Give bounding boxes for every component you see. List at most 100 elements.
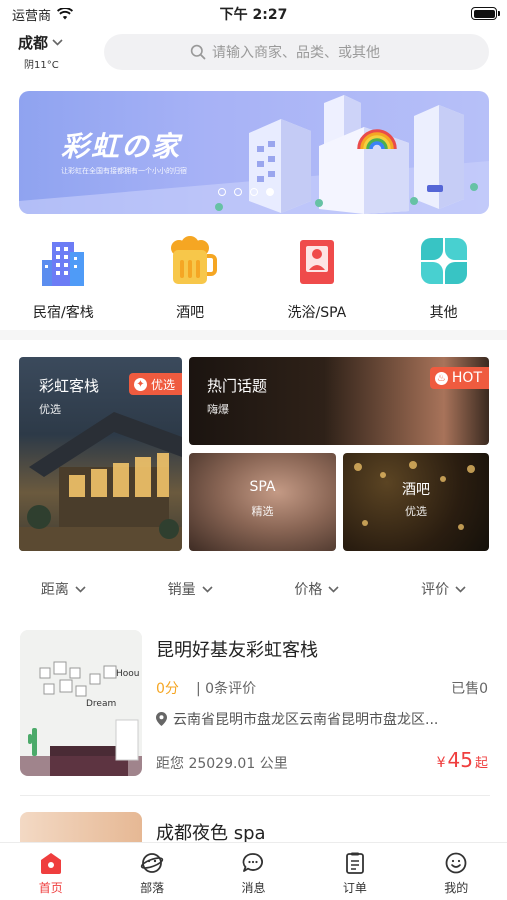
home-icon: [40, 853, 61, 874]
tab-label: 部落: [140, 881, 165, 895]
tile-title: 热门话题: [207, 377, 268, 395]
filter-label: 距离: [40, 582, 69, 598]
listing-thumbnail: [20, 812, 142, 842]
tab-home[interactable]: 首页: [0, 843, 101, 900]
clover-icon: [420, 238, 467, 284]
category-inn[interactable]: 民宿/客栈: [0, 228, 127, 324]
filter-label: 销量: [167, 582, 196, 598]
weather-label: 阴11°C: [24, 60, 59, 71]
clock: 下午 2:27: [219, 7, 288, 23]
svg-text:Hoou: Hoou: [116, 669, 139, 679]
address-text: 云南省昆明市盘龙区云南省昆明市盘龙区...: [173, 712, 439, 728]
pagination-dot-active[interactable]: [266, 188, 274, 196]
message-icon: [243, 853, 264, 872]
filter-sales[interactable]: 销量: [127, 570, 254, 608]
tab-label: 我的: [444, 881, 469, 895]
tab-profile[interactable]: 我的: [406, 843, 507, 900]
chevron-down-icon: [202, 585, 213, 593]
location-pin-icon: [156, 712, 167, 726]
tile-subtitle: 优选: [405, 505, 427, 518]
bokeh-lights: [354, 461, 475, 530]
listing-score: 0分: [156, 681, 179, 697]
tile-subtitle: 精选: [251, 505, 274, 518]
tab-label: 消息: [241, 881, 266, 895]
search-input[interactable]: 请输入商家、品类、或其他: [104, 34, 489, 70]
listing-sold-count: 已售0: [451, 681, 488, 697]
banner-subtitle: 让彩虹在全国有接都拥有一个小小的归宿: [61, 167, 187, 175]
tile-tag-featured: ✦ 优选: [128, 373, 182, 395]
category-other[interactable]: 其他: [380, 228, 507, 324]
filter-label: 评价: [421, 582, 450, 598]
chevron-down-icon: [455, 585, 466, 593]
category-bath-spa[interactable]: 洗浴/SPA: [254, 228, 381, 324]
tab-label: 首页: [38, 881, 63, 895]
tile-title: 酒吧: [402, 482, 430, 498]
filter-price[interactable]: 价格: [254, 570, 381, 608]
listing-card[interactable]: Hoou Dream 昆明好基友彩虹客栈 0分 | 0条评价 已售0 云南省昆明…: [0, 630, 507, 790]
building-icon: [42, 242, 85, 286]
category-bar[interactable]: 酒吧: [127, 228, 254, 324]
tab-label: 订单: [342, 881, 367, 895]
svg-text:Dream: Dream: [86, 699, 116, 709]
search-placeholder: 请输入商家、品类、或其他: [212, 45, 380, 61]
tile-title: 彩虹客栈: [39, 377, 100, 395]
tile-subtitle: 优选: [39, 403, 61, 416]
tag-label: 优选: [150, 377, 175, 392]
status-bar: 运营商 下午 2:27: [0, 0, 507, 28]
pagination-dot[interactable]: [218, 188, 226, 196]
category-label: 酒吧: [176, 305, 205, 321]
filter-rating[interactable]: 评价: [380, 570, 507, 608]
price-currency: ¥: [436, 755, 446, 771]
tile-rainbow-inn[interactable]: 彩虹客栈 优选 ✦ 优选: [19, 357, 182, 551]
city-name: 成都: [18, 34, 49, 52]
sort-filter-bar: 距离 销量 价格 评价: [0, 570, 507, 608]
price-value: 45: [447, 748, 473, 772]
tribe-icon: [140, 853, 164, 873]
tag-label: HOT: [451, 370, 482, 386]
chevron-down-icon: [328, 585, 339, 593]
tab-messages[interactable]: 消息: [203, 843, 304, 900]
listing-address: 云南省昆明市盘龙区云南省昆明市盘龙区...: [156, 709, 490, 729]
room-photo: Hoou Dream: [20, 630, 142, 776]
tile-bar[interactable]: 酒吧 优选: [343, 453, 489, 551]
filter-distance[interactable]: 距离: [0, 570, 127, 608]
search-icon: [190, 44, 206, 60]
profile-icon: [445, 852, 467, 874]
listing-card[interactable]: 成都夜色 spa: [0, 812, 507, 844]
tile-title: SPA: [249, 479, 276, 495]
section-divider: [0, 330, 507, 340]
tile-hot-topics[interactable]: 热门话题 嗨爆 ♨ HOT: [189, 357, 489, 445]
banner-pagination: [218, 188, 274, 196]
pagination-dot[interactable]: [234, 188, 242, 196]
category-label: 其他: [429, 305, 458, 321]
bath-icon: [299, 240, 334, 284]
tile-tag-hot: ♨ HOT: [429, 367, 489, 389]
listing-distance: 距您 25029.01 公里: [156, 756, 288, 772]
chevron-down-icon: [75, 585, 86, 593]
list-divider: [20, 795, 490, 796]
price-suffix: 起: [474, 756, 488, 771]
beer-icon: [171, 236, 218, 284]
category-grid: 民宿/客栈 酒吧 洗浴/SPA 其他: [0, 228, 507, 324]
listing-thumbnail: Hoou Dream: [20, 630, 142, 776]
tile-subtitle: 嗨爆: [207, 403, 229, 416]
listing-price: ¥ 45 起: [437, 748, 488, 772]
fire-icon: ♨: [434, 371, 448, 385]
app-screen: 运营商 下午 2:27 成都 阴11°C 请输入商家、品类、或其他 彩虹の家 让…: [0, 0, 507, 900]
battery-icon: [471, 7, 500, 20]
star-icon: ✦: [133, 377, 147, 391]
filter-label: 价格: [294, 582, 323, 598]
banner-title: 彩虹の家: [61, 130, 182, 163]
tab-orders[interactable]: 订单: [304, 843, 405, 900]
category-label: 洗浴/SPA: [287, 305, 347, 321]
category-label: 民宿/客栈: [33, 305, 94, 321]
tab-tribe[interactable]: 部落: [101, 843, 202, 900]
tile-spa[interactable]: SPA 精选: [189, 453, 336, 551]
location-selector[interactable]: 成都 阴11°C: [18, 32, 78, 71]
pagination-dot[interactable]: [250, 188, 258, 196]
chevron-down-icon: [52, 39, 63, 46]
order-icon: [345, 852, 364, 874]
listing-review-count: | 0条评价: [196, 681, 257, 697]
bottom-tab-bar: 首页 部落 消息 订单 我的: [0, 842, 507, 900]
listing-name: 昆明好基友彩虹客栈: [156, 640, 318, 661]
